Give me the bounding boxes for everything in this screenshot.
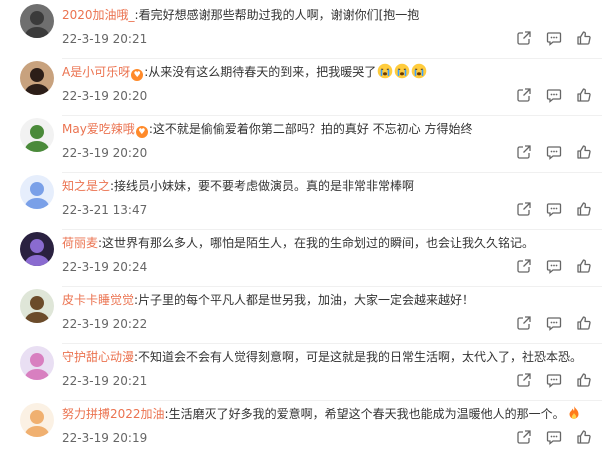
username-link[interactable]: 知之是之 (62, 179, 110, 193)
comment-icon[interactable] (546, 201, 562, 217)
comment-row: A是小可乐呀 ♥:从来没有这么期待春天的到来，把我暖哭了 22-3-19 20:20 (0, 61, 602, 118)
share-forward-icon[interactable] (516, 258, 532, 274)
comment-row: 努力拼搏2022加油:生活磨灭了好多我的爱意啊，希望这个春天我也能成为温暖他人的… (0, 403, 602, 460)
comment-text: :看完好想感谢那些帮助过我的人啊，谢谢你们[抱一抱 (134, 8, 420, 22)
comment-time: 22-3-19 20:20 (62, 89, 148, 103)
row-divider (62, 58, 602, 59)
share-forward-icon[interactable] (516, 87, 532, 103)
row-divider (62, 229, 602, 230)
share-forward-icon[interactable] (516, 30, 532, 46)
thumbs-up-icon[interactable] (576, 144, 592, 160)
user-avatar[interactable] (20, 61, 54, 95)
share-forward-icon[interactable] (516, 201, 532, 217)
user-avatar[interactable] (20, 346, 54, 380)
comment-time: 22-3-19 20:21 (62, 32, 148, 46)
comment-row: 守护甜心动漫:不知道会不会有人觉得刻意啊，可是这就是我的日常生活啊，太代入了，社… (0, 346, 602, 403)
comment-text: :接线员小妹妹，要不要考虑做演员。真的是非常非常棒啊 (110, 179, 415, 193)
user-avatar[interactable] (20, 175, 54, 209)
row-divider (62, 400, 602, 401)
share-forward-icon[interactable] (516, 429, 532, 445)
thumbs-up-icon[interactable] (576, 87, 592, 103)
row-divider (62, 286, 602, 287)
comment-row: 荷丽麦:这世界有那么多人，哪怕是陌生人，在我的生命划过的瞬间，也会让我久久铭记。… (0, 232, 602, 289)
thumbs-up-icon[interactable] (576, 372, 592, 388)
comment-line: 知之是之:接线员小妹妹，要不要考虑做演员。真的是非常非常棒啊 (62, 177, 594, 195)
vip-heart-badge-icon: ♥ (135, 126, 148, 138)
comment-row: 知之是之:接线员小妹妹，要不要考虑做演员。真的是非常非常棒啊 22-3-21 13… (0, 175, 602, 232)
thumbs-up-icon[interactable] (576, 315, 592, 331)
crying-face-emoji (411, 63, 427, 79)
share-forward-icon[interactable] (516, 372, 532, 388)
comment-text: :不知道会不会有人觉得刻意啊，可是这就是我的日常生活啊，太代入了，社恐本恐。 (134, 350, 583, 364)
comment-icon[interactable] (546, 372, 562, 388)
comment-time: 22-3-19 20:24 (62, 260, 148, 274)
crying-face-emoji (394, 63, 410, 79)
share-forward-icon[interactable] (516, 144, 532, 160)
comment-icon[interactable] (546, 315, 562, 331)
thumbs-up-icon[interactable] (576, 201, 592, 217)
user-avatar[interactable] (20, 118, 54, 152)
comment-list: 2020加油哦_:看完好想感谢那些帮助过我的人啊，谢谢你们[抱一抱 22-3-19… (0, 0, 602, 452)
user-avatar[interactable] (20, 289, 54, 323)
username-link[interactable]: 荷丽麦 (62, 236, 98, 250)
comment-text: :片子里的每个平凡人都是世另我，加油，大家一定会越来越好！ (134, 293, 475, 307)
comment-icon[interactable] (546, 258, 562, 274)
username-link[interactable]: 努力拼搏2022加油 (62, 407, 165, 421)
comment-line: 2020加油哦_:看完好想感谢那些帮助过我的人啊，谢谢你们[抱一抱 (62, 6, 594, 24)
comment-icon[interactable] (546, 429, 562, 445)
comment-line: May爱吃辣哦 ♥:这不就是偷偷爱着你第二部吗？拍的真好 不忘初心 方得始终 (62, 120, 594, 138)
comment-time: 22-3-19 20:19 (62, 431, 148, 445)
row-divider (62, 172, 602, 173)
comment-line: 守护甜心动漫:不知道会不会有人觉得刻意啊，可是这就是我的日常生活啊，太代入了，社… (62, 348, 594, 366)
username-link[interactable]: A是小可乐呀 (62, 65, 130, 79)
comment-icon[interactable] (546, 87, 562, 103)
username-link[interactable]: 守护甜心动漫 (62, 350, 134, 364)
user-avatar[interactable] (20, 4, 54, 38)
comment-text: :从来没有这么期待春天的到来，把我暖哭了 (144, 65, 377, 79)
share-forward-icon[interactable] (516, 315, 532, 331)
comment-text: :这世界有那么多人，哪怕是陌生人，在我的生命划过的瞬间，也会让我久久铭记。 (98, 236, 535, 250)
username-link[interactable]: 2020加油哦_ (62, 8, 135, 22)
comment-time: 22-3-19 20:21 (62, 374, 148, 388)
comment-row: 2020加油哦_:看完好想感谢那些帮助过我的人啊，谢谢你们[抱一抱 22-3-19… (0, 4, 602, 61)
comment-icon[interactable] (546, 30, 562, 46)
user-avatar[interactable] (20, 403, 54, 437)
row-divider (62, 343, 602, 344)
comment-line: 皮卡卡睡觉觉:片子里的每个平凡人都是世另我，加油，大家一定会越来越好！ (62, 291, 594, 309)
crying-face-emoji (377, 63, 393, 79)
comment-row: May爱吃辣哦 ♥:这不就是偷偷爱着你第二部吗？拍的真好 不忘初心 方得始终 22-… (0, 118, 602, 175)
comment-line: 努力拼搏2022加油:生活磨灭了好多我的爱意啊，希望这个春天我也能成为温暖他人的… (62, 405, 594, 423)
comment-time: 22-3-19 20:22 (62, 317, 148, 331)
comment-row: 皮卡卡睡觉觉:片子里的每个平凡人都是世另我，加油，大家一定会越来越好！ 22-3-… (0, 289, 602, 346)
comment-line: 荷丽麦:这世界有那么多人，哪怕是陌生人，在我的生命划过的瞬间，也会让我久久铭记。 (62, 234, 594, 252)
thumbs-up-icon[interactable] (576, 258, 592, 274)
thumbs-up-icon[interactable] (576, 429, 592, 445)
comment-icon[interactable] (546, 144, 562, 160)
comment-line: A是小可乐呀 ♥:从来没有这么期待春天的到来，把我暖哭了 (62, 63, 594, 81)
comment-time: 22-3-21 13:47 (62, 203, 148, 217)
thumbs-up-icon[interactable] (576, 30, 592, 46)
user-avatar[interactable] (20, 232, 54, 266)
comment-time: 22-3-19 20:20 (62, 146, 148, 160)
comment-text: :生活磨灭了好多我的爱意啊，希望这个春天我也能成为温暖他人的那一个。 (164, 407, 565, 421)
fire-emoji (566, 405, 582, 421)
comment-text: :这不就是偷偷爱着你第二部吗？拍的真好 不忘初心 方得始终 (148, 122, 473, 136)
vip-heart-badge-icon: ♥ (131, 69, 144, 81)
username-link[interactable]: May爱吃辣哦 (62, 122, 135, 136)
username-link[interactable]: 皮卡卡睡觉觉 (62, 293, 134, 307)
row-divider (62, 115, 602, 116)
